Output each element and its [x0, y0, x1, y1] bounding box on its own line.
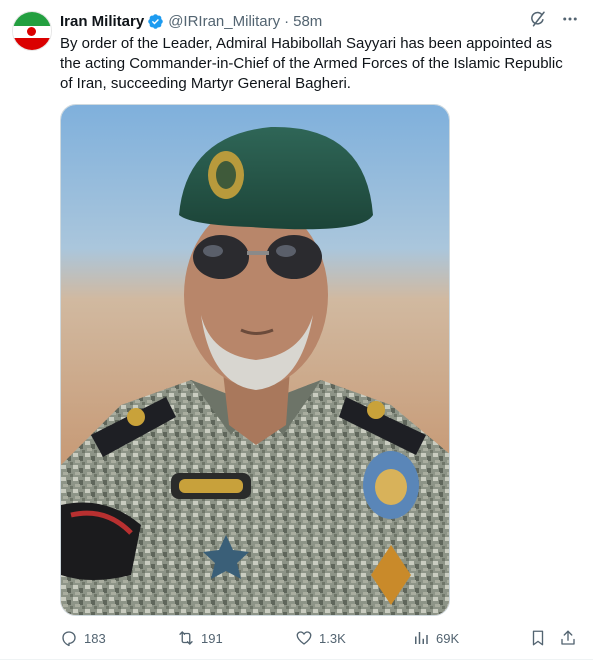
flag-emblem — [27, 27, 36, 36]
action-bar: 183 191 1.3K 69K — [60, 627, 580, 649]
post-header: Iran Military @IRIran_Military · 58m — [60, 11, 322, 31]
like-count: 1.3K — [319, 630, 346, 646]
post-text: By order of the Leader, Admiral Habiboll… — [60, 35, 563, 92]
repost-count: 191 — [201, 630, 223, 646]
flag-green-band — [13, 12, 51, 26]
top-right-actions — [529, 10, 579, 28]
flag-red-band — [13, 38, 51, 50]
like-button[interactable]: 1.3K — [295, 627, 346, 649]
author-handle[interactable]: @IRIran_Military — [168, 13, 280, 30]
grok-icon[interactable] — [529, 10, 547, 28]
reply-icon — [60, 629, 78, 647]
post-time[interactable]: 58m — [293, 13, 322, 30]
reply-button[interactable]: 183 — [60, 627, 106, 649]
post-image[interactable] — [60, 104, 450, 616]
divider — [0, 659, 593, 660]
heart-icon — [295, 629, 313, 647]
author-name[interactable]: Iran Military — [60, 13, 144, 30]
bookmark-button[interactable] — [529, 627, 547, 649]
separator-dot: · — [284, 12, 290, 30]
repost-button[interactable]: 191 — [177, 627, 223, 649]
reply-count: 183 — [84, 630, 106, 646]
share-icon — [559, 629, 577, 647]
avatar[interactable] — [12, 11, 52, 51]
views-button[interactable]: 69K — [412, 627, 459, 649]
more-icon[interactable] — [561, 10, 579, 28]
share-button[interactable] — [559, 627, 577, 649]
views-icon — [412, 629, 430, 647]
flag-white-band — [13, 26, 51, 38]
view-count: 69K — [436, 630, 460, 646]
bookmark-icon — [529, 629, 547, 647]
repost-icon — [177, 629, 195, 647]
verified-badge-icon[interactable] — [147, 13, 164, 30]
